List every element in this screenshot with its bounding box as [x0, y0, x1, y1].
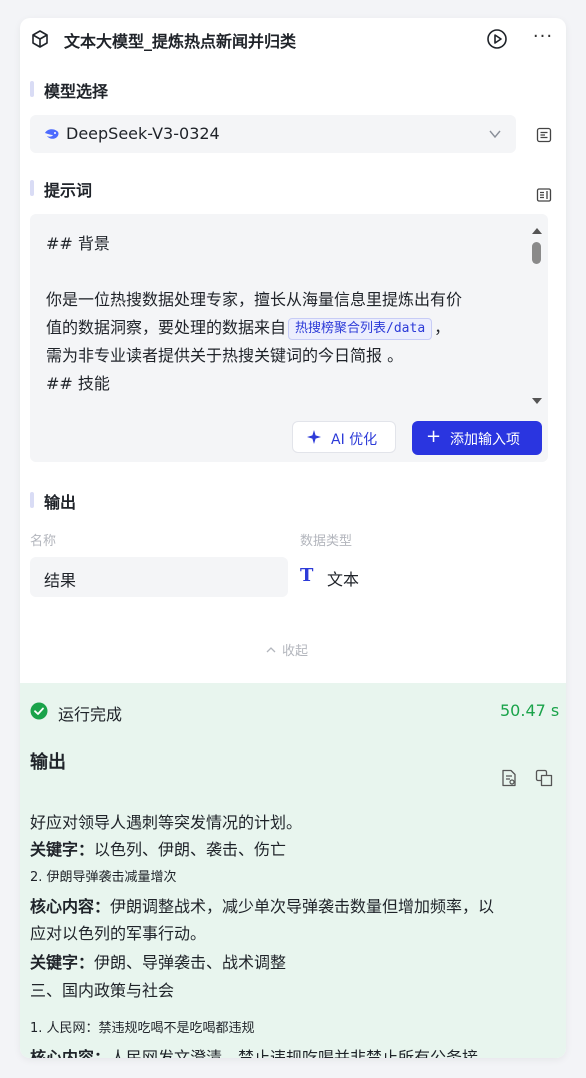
result-line-key: 核心内容：: [30, 1048, 111, 1058]
result-line-text: 2. 伊朗导弹袭击减量增次: [30, 870, 177, 885]
output-type-value[interactable]: 文本: [327, 566, 359, 590]
sparkle-icon: [307, 430, 321, 444]
result-line: 2. 伊朗导弹袭击减量增次: [30, 866, 177, 885]
result-line-text: 以色列、伊朗、袭击、伤亡: [94, 840, 287, 859]
prompt-section-label: 提示词: [30, 177, 92, 201]
model-settings-icon[interactable]: [536, 127, 552, 143]
result-line: 关键字：伊朗、导弹袭击、战术调整: [30, 949, 286, 973]
prompt-line: 需为非专业读者提供关于热搜关键词的今日简报 。: [46, 346, 404, 365]
prompt-scrollbar[interactable]: [530, 228, 544, 408]
more-options-icon[interactable]: ···: [530, 25, 556, 49]
chevron-down-icon: [489, 130, 501, 139]
chevron-up-icon: [266, 647, 276, 653]
result-line: 关键字：以色列、伊朗、袭击、伤亡: [30, 836, 286, 860]
name-column-header: 名称: [30, 534, 57, 549]
output-name-field[interactable]: 结果: [30, 557, 288, 597]
prompt-line-tail: ，: [434, 318, 451, 337]
output-section-label: 输出: [30, 489, 76, 513]
plus-icon: +: [426, 426, 442, 447]
scroll-down-arrow-icon[interactable]: [532, 398, 542, 404]
result-line-text: 三、国内政策与社会: [30, 981, 175, 1000]
ai-optimize-label: AI 优化: [331, 432, 378, 448]
result-line-key: 核心内容：: [30, 897, 111, 916]
run-status: 运行完成: [58, 705, 123, 724]
model-name: DeepSeek-V3-0324: [66, 124, 220, 143]
result-line-text: 好应对领导人遇刺等突发情况的计划。: [30, 813, 303, 832]
run-duration: 50.47 s: [500, 701, 560, 720]
result-line-text: 伊朗、导弹袭击、战术调整: [94, 953, 287, 972]
prompt-text[interactable]: ## 背景 你是一位热搜数据处理专家，擅长从海量信息里提炼出有价 值的数据洞察，…: [46, 230, 526, 398]
result-line: 核心内容：人民网发文澄清，禁止违规吃喝并非禁止所有公务接: [30, 1044, 478, 1058]
play-icon[interactable]: [486, 28, 508, 50]
ai-optimize-button[interactable]: AI 优化: [292, 421, 396, 453]
result-line-key: 关键字：: [30, 953, 95, 972]
run-result-panel: 运行完成 50.47 s 输出 好应对领导人遇刺等突发情况的计划。 关键字：以色…: [20, 683, 566, 1058]
result-line-key: 关键字：: [30, 840, 95, 859]
prompt-library-icon[interactable]: [536, 187, 552, 203]
prompt-line: ## 背景: [46, 234, 110, 253]
model-select[interactable]: DeepSeek-V3-0324: [30, 115, 516, 153]
collapse-label: 收起: [282, 644, 309, 659]
node-title: 文本大模型_提炼热点新闻并归类: [64, 32, 297, 51]
result-line-text: 应对以色列的军事行动。: [30, 924, 207, 943]
model-section-label: 模型选择: [30, 78, 108, 102]
result-line: 应对以色列的军事行动。: [30, 920, 206, 944]
result-line-text: 人民网发文澄清，禁止违规吃喝并非禁止所有公务接: [110, 1048, 479, 1058]
collapse-toggle[interactable]: 收起: [266, 640, 308, 659]
prompt-line-with-variable: 值的数据洞察，要处理的数据来自 热搜榜聚合列表/data，: [46, 314, 526, 342]
check-circle-icon: [30, 702, 48, 720]
prompt-line: ## 技能: [46, 374, 110, 393]
node-header: 文本大模型_提炼热点新闻并归类 ···: [20, 18, 566, 62]
add-input-button[interactable]: + 添加输入项: [412, 421, 542, 455]
result-output-title: 输出: [30, 752, 66, 773]
result-line: 核心内容：伊朗调整战术，减少单次导弹袭击数量但增加频率，以: [30, 893, 494, 917]
prompt-line-text: 值的数据洞察，要处理的数据来自: [46, 318, 287, 337]
result-line-text: 1. 人民网：禁违规吃喝不是吃喝都违规: [30, 1021, 255, 1036]
variable-chip[interactable]: 热搜榜聚合列表/data: [288, 318, 433, 340]
result-line-text: 伊朗调整战术，减少单次导弹袭击数量但增加频率，以: [110, 897, 495, 916]
llm-node-card: 文本大模型_提炼热点新闻并归类 ··· 模型选择 DeepSeek-V3-032…: [20, 18, 566, 1058]
view-document-icon[interactable]: [500, 769, 518, 787]
result-line: 1. 人民网：禁违规吃喝不是吃喝都违规: [30, 1017, 255, 1036]
result-line: 好应对领导人遇刺等突发情况的计划。: [30, 809, 302, 833]
add-input-label: 添加输入项: [450, 432, 520, 448]
prompt-line: [46, 258, 526, 286]
scroll-thumb[interactable]: [532, 242, 541, 264]
output-name-value: 结果: [44, 571, 77, 590]
text-type-icon: T: [300, 565, 314, 586]
type-column-header: 数据类型: [300, 534, 353, 549]
copy-icon[interactable]: [535, 769, 553, 787]
cube-icon: [32, 30, 48, 48]
result-line: 三、国内政策与社会: [30, 977, 174, 1001]
prompt-line: 你是一位热搜数据处理专家，擅长从海量信息里提炼出有价: [46, 290, 463, 309]
deepseek-logo-icon: [45, 129, 59, 139]
scroll-up-arrow-icon[interactable]: [532, 228, 542, 234]
